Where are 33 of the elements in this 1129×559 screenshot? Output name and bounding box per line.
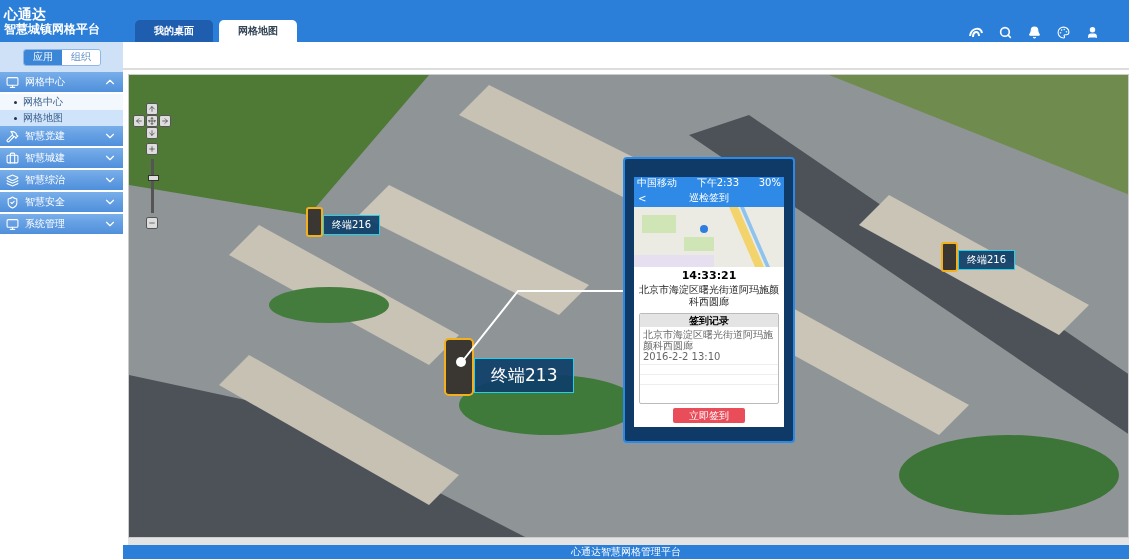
- palette-icon[interactable]: [1057, 25, 1070, 39]
- swirl-icon[interactable]: [969, 26, 983, 38]
- menu-label: 智慧城建: [25, 151, 66, 165]
- toggle-option[interactable]: 应用: [23, 49, 62, 65]
- hammer-icon: [6, 129, 19, 143]
- monitor-icon: [6, 75, 19, 89]
- shield-icon: [6, 195, 19, 209]
- menu-header[interactable]: 智慧城建: [0, 148, 123, 168]
- user-icon[interactable]: [1086, 25, 1099, 39]
- menu-header[interactable]: 智慧党建: [0, 126, 123, 146]
- menu-label: 智慧党建: [25, 129, 66, 143]
- footer-text: 心通达智慧网格管理平台: [571, 545, 681, 559]
- search-icon[interactable]: [999, 25, 1012, 39]
- menu-header[interactable]: 智慧安全: [0, 192, 123, 212]
- menu-header[interactable]: 网格中心: [0, 72, 123, 92]
- menu-header[interactable]: 智慧综治: [0, 170, 123, 190]
- scrollbar[interactable]: [128, 538, 1129, 545]
- menu-header[interactable]: 系统管理: [0, 214, 123, 234]
- menu-label: 系统管理: [25, 217, 66, 231]
- menu-label: 网格中心: [25, 75, 66, 89]
- submenu-item[interactable]: 网格中心: [0, 94, 123, 110]
- monitor-icon: [6, 217, 19, 231]
- bell-icon[interactable]: [1028, 25, 1041, 39]
- platform-title: 智慧城镇网格平台: [4, 21, 101, 37]
- toggle-option[interactable]: 组织: [61, 49, 100, 65]
- menu-label: 智慧综治: [25, 173, 66, 187]
- menu-label: 智慧安全: [25, 195, 66, 209]
- layers-icon: [6, 173, 19, 187]
- tab[interactable]: 网格地图: [219, 20, 297, 42]
- briefcase-icon: [6, 151, 19, 165]
- tab[interactable]: 我的桌面: [135, 20, 213, 42]
- submenu-item[interactable]: 网格地图: [0, 110, 123, 126]
- brand-name: 心通达: [4, 5, 47, 22]
